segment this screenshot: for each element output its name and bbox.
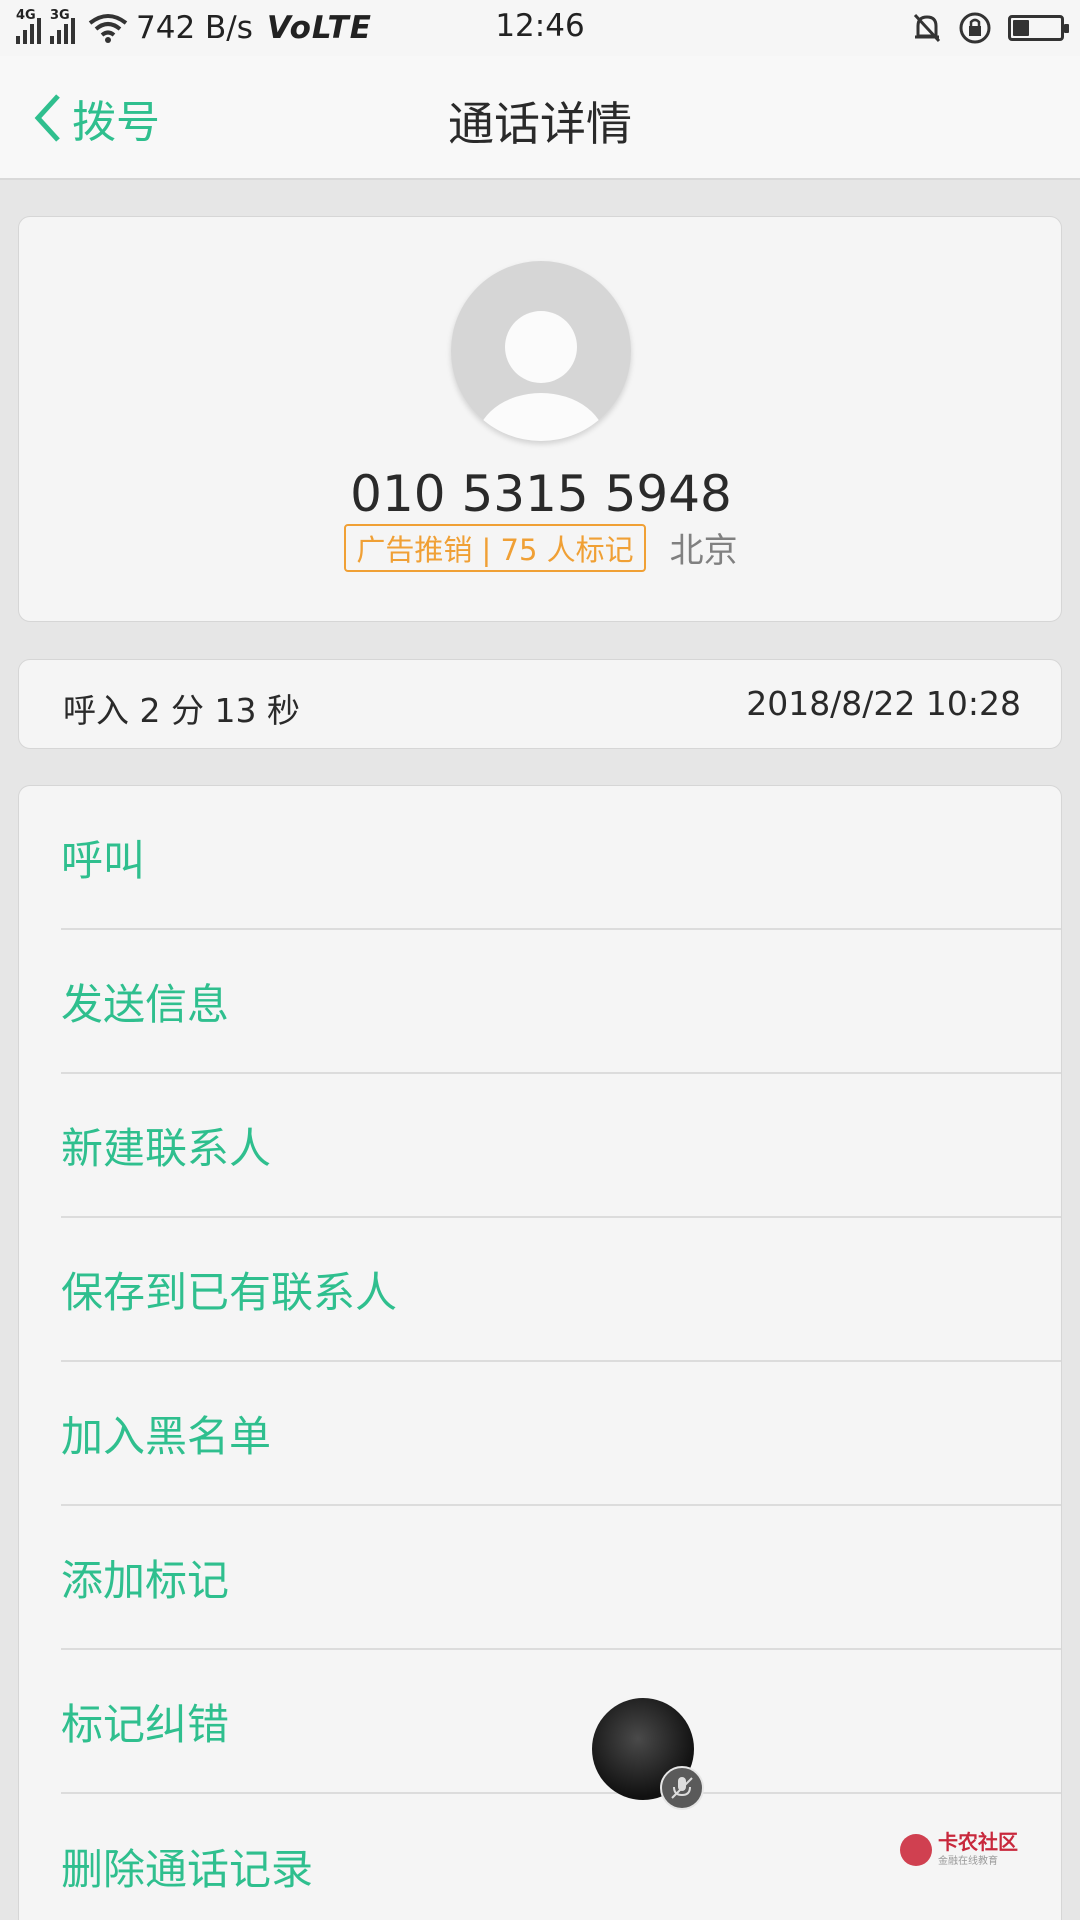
tag-row: 广告推销 | 75 人标记 北京 <box>19 523 1063 572</box>
watermark-subtitle: 金融在线教育 <box>938 1856 998 1867</box>
battery-icon <box>1008 15 1069 41</box>
phone-number: 010 5315 5948 <box>350 465 732 523</box>
contact-card: 010 5315 5948 广告推销 | 75 人标记 北京 <box>18 216 1062 622</box>
battery-level <box>1013 20 1029 36</box>
save-to-contact-action[interactable]: 保存到已有联系人 <box>61 1218 1061 1362</box>
call-datetime: 2018/8/22 10:28 <box>746 684 1021 723</box>
nav-bar: 拨号 通话详情 <box>0 56 1080 180</box>
floating-avatar-bubble[interactable] <box>592 1698 704 1810</box>
call-log-card: 呼入 2 分 13 秒 2018/8/22 10:28 <box>18 659 1062 749</box>
add-to-blacklist-action[interactable]: 加入黑名单 <box>61 1362 1061 1506</box>
new-contact-action[interactable]: 新建联系人 <box>61 1074 1061 1218</box>
page-title: 通话详情 <box>448 97 632 151</box>
tag-correction-action[interactable]: 标记纠错 <box>61 1650 1061 1794</box>
spam-tag-badge: 广告推销 | 75 人标记 <box>344 523 646 572</box>
send-message-action[interactable]: 发送信息 <box>61 930 1061 1074</box>
status-bar: 4G 3G 742 B/s VoLTE 12:46 <box>0 0 1080 56</box>
call-summary: 呼入 2 分 13 秒 <box>63 691 300 730</box>
logo-mark-icon <box>900 1833 932 1866</box>
mic-muted-icon <box>660 1766 704 1810</box>
watermark-logo: 卡农社区 金融在线教育 <box>900 1832 1018 1867</box>
avatar <box>451 261 631 441</box>
watermark-title: 卡农社区 <box>938 1830 1018 1854</box>
actions-list: 呼叫 发送信息 新建联系人 保存到已有联系人 加入黑名单 添加标记 标记纠错 删… <box>18 785 1062 1920</box>
location-label: 北京 <box>669 531 738 571</box>
clock: 12:46 <box>495 8 585 44</box>
call-action[interactable]: 呼叫 <box>61 786 1061 930</box>
add-tag-action[interactable]: 添加标记 <box>61 1506 1061 1650</box>
